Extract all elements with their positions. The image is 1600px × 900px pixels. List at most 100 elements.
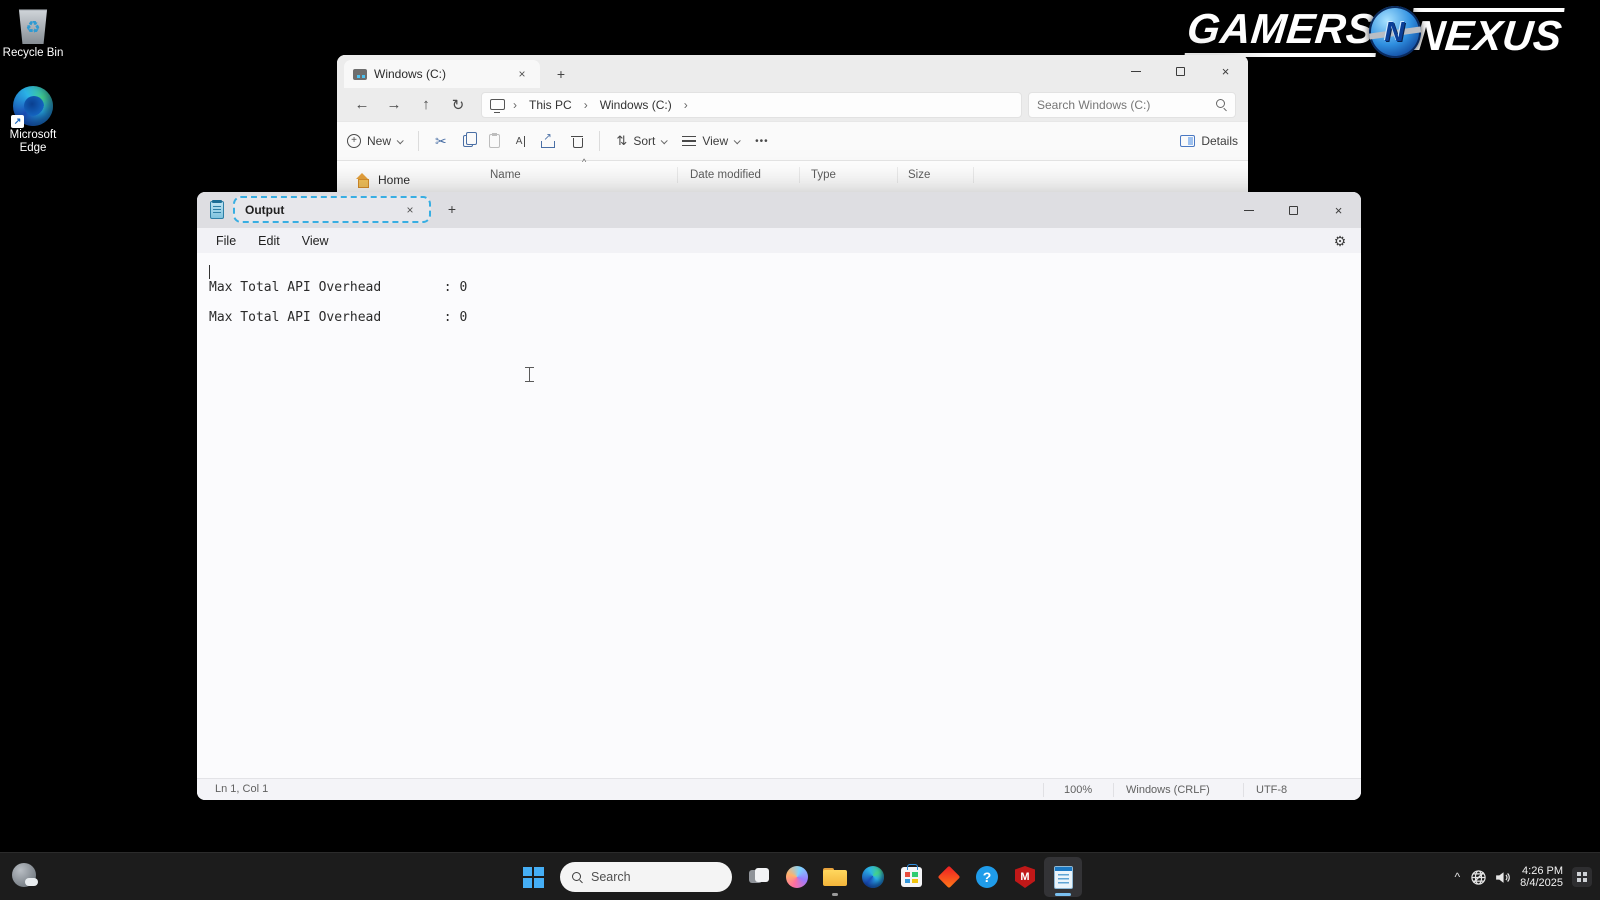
text-line: [209, 295, 1361, 310]
clock[interactable]: 4:26 PM 8/4/2025: [1518, 865, 1565, 890]
copilot-button[interactable]: [778, 857, 816, 897]
taskbar: ? M ^ 4:26 PM 8/4/2025: [0, 852, 1600, 900]
new-tab-button[interactable]: +: [441, 198, 463, 220]
notepad-button[interactable]: [1044, 857, 1082, 897]
taskbar-search-input[interactable]: [591, 870, 752, 884]
tab-close-button[interactable]: ×: [401, 201, 419, 219]
menu-view[interactable]: View: [291, 234, 340, 248]
notepad-text-area[interactable]: Max Total API Overhead : 0 Max Total API…: [197, 253, 1361, 778]
mcafee-button[interactable]: M: [1006, 857, 1044, 897]
new-button[interactable]: + New: [347, 134, 402, 148]
column-header-size[interactable]: Size: [908, 169, 930, 181]
sidebar-item-home[interactable]: Home: [355, 173, 410, 187]
hidden-icons-chevron[interactable]: ^: [1452, 870, 1464, 884]
close-button[interactable]: ×: [1316, 192, 1361, 228]
edge-icon: [862, 866, 884, 888]
explorer-tab-strip: Windows (C:) × + ×: [337, 55, 1248, 88]
drive-icon: [353, 69, 367, 80]
file-explorer-button[interactable]: [816, 857, 854, 897]
microsoft-store-button[interactable]: [892, 857, 930, 897]
recycle-bin-icon: ♻: [17, 8, 49, 44]
help-icon: ?: [976, 866, 998, 888]
breadcrumb-this-pc[interactable]: This PC: [525, 97, 576, 113]
explorer-search-box[interactable]: [1028, 92, 1236, 118]
file-explorer-icon: [823, 868, 847, 887]
column-divider[interactable]: [677, 167, 678, 183]
paste-button[interactable]: [489, 134, 500, 148]
breadcrumb-windows-c[interactable]: Windows (C:): [596, 97, 676, 113]
maximize-button[interactable]: [1158, 55, 1203, 88]
weather-icon: [12, 863, 36, 887]
forward-button[interactable]: →: [381, 92, 407, 118]
text-line: [209, 265, 1361, 280]
refresh-button[interactable]: ↻: [445, 92, 471, 118]
details-label: Details: [1201, 134, 1238, 148]
desktop-icon-label: Recycle Bin: [2, 47, 64, 60]
status-line-ending: Windows (CRLF): [1113, 783, 1210, 797]
watermark-nexus: NEXUS: [1408, 8, 1564, 57]
amd-software-button[interactable]: [930, 857, 968, 897]
sort-ascending-icon: ^: [582, 157, 586, 167]
new-tab-button[interactable]: +: [551, 64, 571, 84]
minimize-button[interactable]: [1226, 192, 1271, 228]
details-toggle-button[interactable]: Details: [1180, 134, 1238, 148]
column-divider[interactable]: [897, 167, 898, 183]
text-caret: [209, 265, 210, 279]
minimize-button[interactable]: [1113, 55, 1158, 88]
column-divider[interactable]: [799, 167, 800, 183]
column-header-type[interactable]: Type: [811, 169, 836, 181]
close-button[interactable]: ×: [1203, 55, 1248, 88]
copy-button[interactable]: [463, 135, 473, 147]
column-header-date-modified[interactable]: Date modified: [690, 169, 761, 181]
get-help-button[interactable]: ?: [968, 857, 1006, 897]
sort-label: Sort: [633, 134, 655, 148]
gamersnexus-logo-icon: N: [1369, 6, 1421, 58]
cut-button[interactable]: ✂: [435, 133, 447, 150]
copilot-icon: [786, 866, 808, 888]
network-globe-icon[interactable]: [1470, 869, 1487, 886]
maximize-icon: [1176, 67, 1185, 76]
desktop-icon-recycle-bin[interactable]: ♻ Recycle Bin: [2, 8, 64, 60]
task-view-button[interactable]: [740, 857, 778, 897]
store-icon: [901, 867, 922, 887]
menu-edit[interactable]: Edit: [247, 234, 291, 248]
view-button[interactable]: View: [682, 134, 739, 148]
notepad-tab-output[interactable]: Output ×: [233, 196, 431, 223]
status-cursor-position: Ln 1, Col 1: [215, 783, 268, 795]
menu-file[interactable]: File: [205, 234, 247, 248]
sort-button[interactable]: ⇅ Sort: [616, 133, 666, 149]
explorer-toolbar: + New ✂ A ⇅ Sort View •••: [337, 121, 1248, 161]
maximize-icon: [1289, 206, 1298, 215]
notification-area-icon[interactable]: [1572, 867, 1592, 887]
chevron-right-icon: ›: [682, 98, 690, 112]
back-button[interactable]: ←: [349, 92, 375, 118]
volume-icon[interactable]: [1494, 869, 1511, 886]
tab-close-button[interactable]: ×: [513, 65, 531, 83]
recycle-glyph: ♻: [25, 18, 40, 38]
column-header-name[interactable]: Name: [490, 169, 521, 181]
desktop-icon-microsoft-edge[interactable]: ↗ Microsoft Edge: [2, 86, 64, 155]
share-button[interactable]: [541, 135, 555, 148]
edge-button[interactable]: [854, 857, 892, 897]
explorer-search-input[interactable]: [1037, 98, 1216, 112]
text-line: Max Total API Overhead : 0: [209, 280, 1361, 295]
notepad-window: Output × + × File Edit View ⚙ Max Total …: [197, 192, 1361, 800]
system-tray: ^ 4:26 PM 8/4/2025: [1452, 853, 1592, 900]
rename-button[interactable]: A: [516, 136, 526, 147]
logo-n-glyph: N: [1384, 16, 1405, 48]
gamersnexus-watermark: GAMERS N NEXUS: [1187, 6, 1562, 58]
widgets-weather-button[interactable]: [12, 863, 40, 891]
tray-time: 4:26 PM: [1520, 865, 1563, 878]
breadcrumb[interactable]: › This PC › Windows (C:) ›: [481, 92, 1022, 118]
settings-gear-icon[interactable]: ⚙: [1329, 230, 1351, 252]
maximize-button[interactable]: [1271, 192, 1316, 228]
explorer-tab[interactable]: Windows (C:) ×: [344, 60, 540, 88]
delete-button[interactable]: [571, 134, 583, 148]
amd-diamond-icon: [938, 866, 961, 889]
column-divider[interactable]: [973, 167, 974, 183]
notepad-title-bar: Output × + ×: [197, 192, 1361, 228]
more-options-button[interactable]: •••: [755, 136, 769, 147]
taskbar-search-box[interactable]: [560, 862, 732, 892]
up-button[interactable]: ↑: [413, 92, 439, 118]
start-button[interactable]: [514, 857, 552, 897]
